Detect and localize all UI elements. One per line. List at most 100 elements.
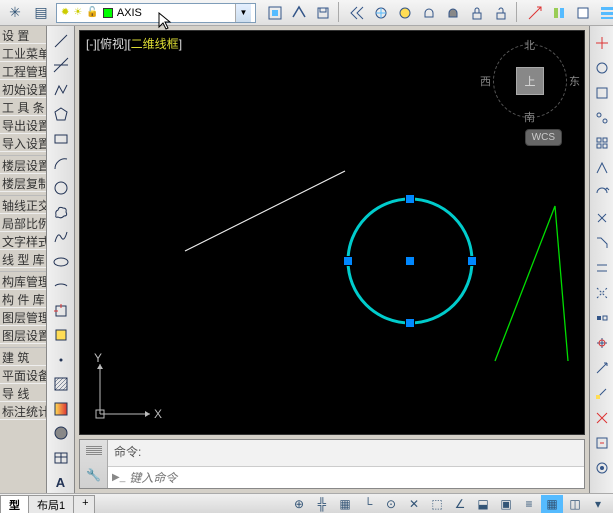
status-ortho-icon[interactable]: └	[357, 495, 379, 513]
region-tool[interactable]	[49, 423, 73, 445]
rtool-13[interactable]	[590, 332, 613, 354]
command-input[interactable]	[129, 471, 580, 485]
menu-item[interactable]: 线 型 库	[0, 250, 46, 268]
insert-block-tool[interactable]	[49, 300, 73, 322]
viewcube[interactable]: 上 北 南 西 东	[490, 41, 570, 121]
ellipse-tool[interactable]	[49, 251, 73, 273]
rectangle-tool[interactable]	[49, 128, 73, 150]
rtool-5[interactable]	[590, 132, 613, 154]
menu-item[interactable]: 建 筑	[0, 348, 46, 366]
rtool-2[interactable]	[590, 57, 613, 79]
viewcube-top[interactable]: 上	[516, 67, 544, 95]
rtool-1[interactable]	[590, 32, 613, 54]
status-snap-icon[interactable]: ╬	[311, 495, 333, 513]
rtool-7[interactable]	[590, 182, 613, 204]
menu-item[interactable]: 工程管理	[0, 62, 46, 80]
rtool-3[interactable]	[590, 82, 613, 104]
layer-lock-icon[interactable]	[466, 2, 488, 24]
layer-properties-icon[interactable]: ▤	[30, 2, 52, 24]
layer-off-icon[interactable]	[442, 2, 464, 24]
menu-item[interactable]: 楼层复制	[0, 174, 46, 192]
rtool-8[interactable]	[590, 207, 613, 229]
arc-tool[interactable]	[49, 153, 73, 175]
rtool-11[interactable]	[590, 282, 613, 304]
command-input-row[interactable]: ▶_	[108, 466, 584, 488]
layer-tool-a-icon[interactable]	[524, 2, 546, 24]
layer-freeze-icon[interactable]	[370, 2, 392, 24]
selected-circle[interactable]	[340, 191, 480, 331]
menu-item[interactable]: 平面设备	[0, 366, 46, 384]
rtool-18[interactable]	[590, 457, 613, 479]
layer-unlock-icon[interactable]	[490, 2, 512, 24]
menu-item[interactable]: 设 置	[0, 26, 46, 44]
status-dyn-icon[interactable]: ▣	[495, 495, 517, 513]
menu-item[interactable]: 导 线	[0, 384, 46, 402]
cmd-customize-icon[interactable]: 🔧	[86, 468, 101, 482]
viewcube-north[interactable]: 北	[524, 37, 535, 53]
rtool-16[interactable]	[590, 407, 613, 429]
ellipse-arc-tool[interactable]	[49, 275, 73, 297]
rtool-15[interactable]	[590, 382, 613, 404]
layer-thaw-icon[interactable]	[394, 2, 416, 24]
grip-top[interactable]	[405, 194, 415, 204]
viewcube-east[interactable]: 东	[569, 73, 580, 89]
unsaved-layer-icon[interactable]: ✳	[4, 2, 26, 24]
menu-item[interactable]: 图层管理	[0, 308, 46, 326]
status-polar-icon[interactable]: ⊙	[380, 495, 402, 513]
menu-item[interactable]: 导入设置	[0, 134, 46, 152]
menu-item[interactable]: 局部比例	[0, 214, 46, 232]
hatch-tool[interactable]	[49, 373, 73, 395]
revcloud-tool[interactable]	[49, 202, 73, 224]
make-block-tool[interactable]	[49, 324, 73, 346]
menu-item[interactable]: 初始设置	[0, 80, 46, 98]
menu-item[interactable]: 工业菜单	[0, 44, 46, 62]
layer-match-icon[interactable]	[288, 2, 310, 24]
menu-item[interactable]: 导出设置	[0, 116, 46, 134]
grip-center[interactable]	[405, 256, 415, 266]
drawn-angle[interactable]	[490, 201, 585, 366]
drawn-line[interactable]	[180, 166, 350, 256]
viewcube-south[interactable]: 南	[524, 109, 535, 125]
layer-save-icon[interactable]	[312, 2, 334, 24]
dropdown-arrow-icon[interactable]: ▼	[235, 4, 251, 22]
gradient-tool[interactable]	[49, 398, 73, 420]
status-infer-icon[interactable]: ⊕	[288, 495, 310, 513]
status-3dosnap-icon[interactable]: ⬚	[426, 495, 448, 513]
layer-dropdown[interactable]: ✹ ☀ 🔓 AXIS ▼	[56, 3, 256, 23]
menu-item[interactable]: 图层设置	[0, 326, 46, 344]
xline-tool[interactable]	[49, 55, 73, 77]
tab-layout1[interactable]: 布局1	[28, 495, 74, 513]
cmd-handle-icon[interactable]	[86, 446, 102, 456]
grip-bottom[interactable]	[405, 318, 415, 328]
view-label[interactable]: [-][俯视][二维线框]	[86, 35, 182, 52]
layer-tool-d-icon[interactable]	[596, 2, 613, 24]
table-tool[interactable]	[49, 447, 73, 469]
layer-tool-c-icon[interactable]	[572, 2, 594, 24]
grip-right[interactable]	[467, 256, 477, 266]
menu-item[interactable]: 工 具 条	[0, 98, 46, 116]
status-osnap-icon[interactable]: ✕	[403, 495, 425, 513]
status-otrack-icon[interactable]: ∠	[449, 495, 471, 513]
layer-tool-b-icon[interactable]	[548, 2, 570, 24]
status-tpy-icon[interactable]: ▦	[541, 495, 563, 513]
wcs-badge[interactable]: WCS	[525, 129, 562, 146]
polygon-tool[interactable]	[49, 104, 73, 126]
menu-item[interactable]: 构 件 库	[0, 290, 46, 308]
rtool-17[interactable]	[590, 432, 613, 454]
rtool-10[interactable]	[590, 257, 613, 279]
menu-item[interactable]: 标注统计	[0, 402, 46, 420]
menu-item[interactable]: 轴线正交	[0, 196, 46, 214]
line-tool[interactable]	[49, 30, 73, 52]
drawing-canvas[interactable]: [-][俯视][二维线框] 上 北 南 西 东 WCS	[79, 30, 585, 435]
status-qp-icon[interactable]: ◫	[564, 495, 586, 513]
status-grid-icon[interactable]: ▦	[334, 495, 356, 513]
tab-add[interactable]: +	[73, 495, 95, 513]
polyline-tool[interactable]	[49, 79, 73, 101]
rtool-12[interactable]	[590, 307, 613, 329]
layer-prev-icon[interactable]	[346, 2, 368, 24]
circle-tool[interactable]	[49, 177, 73, 199]
rtool-14[interactable]	[590, 357, 613, 379]
menu-item[interactable]: 构库管理	[0, 272, 46, 290]
viewcube-west[interactable]: 西	[480, 73, 491, 89]
status-ducs-icon[interactable]: ⬓	[472, 495, 494, 513]
